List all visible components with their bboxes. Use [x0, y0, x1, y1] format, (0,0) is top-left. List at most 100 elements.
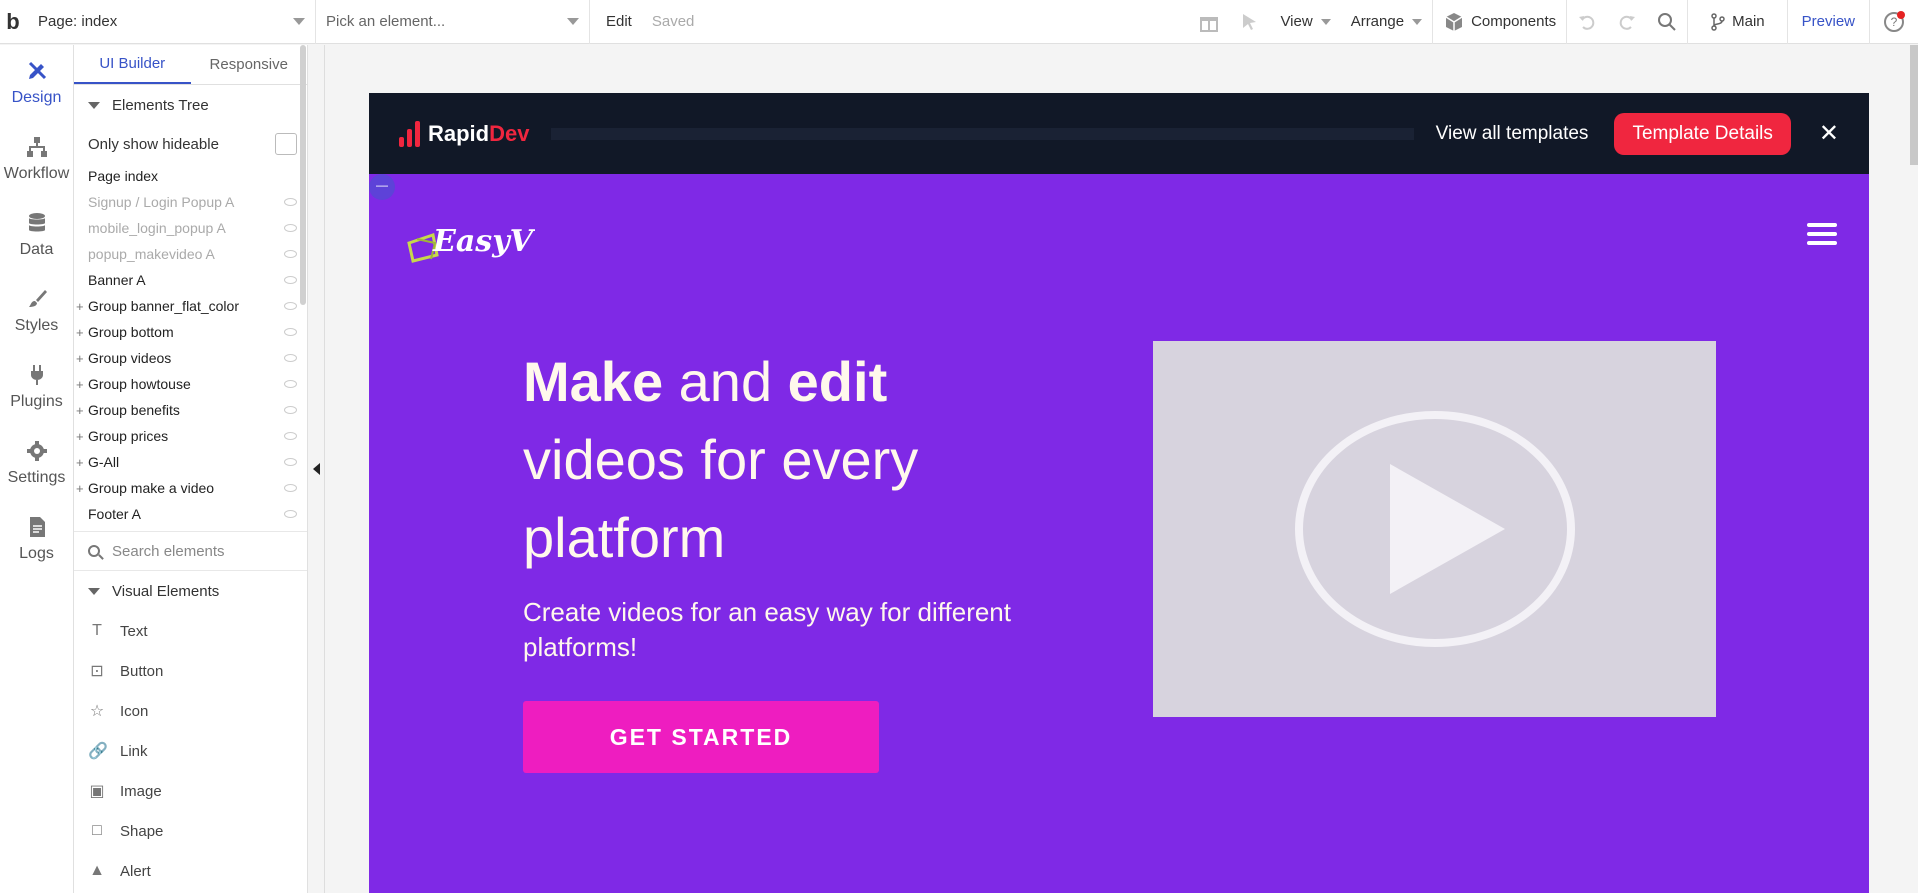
eye-icon[interactable]	[284, 198, 297, 206]
visual-element-link[interactable]: 🔗 Link	[74, 731, 307, 771]
expand-plus-icon[interactable]: +	[76, 429, 84, 444]
expand-plus-icon[interactable]: +	[76, 299, 84, 314]
tree-item-group-benefits[interactable]: + Group benefits	[74, 397, 307, 423]
nav-settings[interactable]: Settings	[0, 425, 73, 501]
nav-logs[interactable]: Logs	[0, 501, 73, 577]
components-button[interactable]: Components	[1433, 0, 1566, 44]
group-selection-handle[interactable]: —	[369, 174, 395, 200]
play-icon	[1294, 411, 1575, 647]
hamburger-menu-icon[interactable]	[1807, 223, 1837, 250]
panel-scrollbar[interactable]	[300, 45, 306, 305]
eye-icon[interactable]	[284, 302, 297, 310]
undo-button[interactable]	[1567, 0, 1607, 44]
eye-icon[interactable]	[284, 250, 297, 258]
nav-workflow[interactable]: Workflow	[0, 121, 73, 197]
search-elements-placeholder: Search elements	[112, 542, 225, 560]
view-all-templates-link[interactable]: View all templates	[1436, 123, 1589, 145]
tab-ui-builder[interactable]: UI Builder	[74, 45, 191, 84]
tree-item-mobile-login-popup[interactable]: mobile_login_popup A	[74, 215, 307, 241]
eye-icon[interactable]	[284, 328, 297, 336]
collapse-panel-arrow-icon[interactable]	[313, 463, 320, 475]
tree-item-label: Page index	[88, 168, 159, 184]
elements-tree-label: Elements Tree	[112, 96, 209, 114]
redo-button[interactable]	[1607, 0, 1647, 44]
search-icon	[88, 545, 100, 557]
template-details-button[interactable]: Template Details	[1614, 112, 1791, 155]
eye-icon[interactable]	[284, 484, 297, 492]
expand-plus-icon[interactable]: +	[76, 403, 84, 418]
tree-item-group-banner-flat-color[interactable]: + Group banner_flat_color	[74, 293, 307, 319]
top-toolbar: b Page: index Pick an element... Edit Sa…	[0, 0, 1918, 44]
eye-icon[interactable]	[284, 406, 297, 414]
tree-item-label: Group banner_flat_color	[88, 298, 239, 314]
tree-item-group-videos[interactable]: + Group videos	[74, 345, 307, 371]
nav-plugins[interactable]: Plugins	[0, 349, 73, 425]
visual-element-button[interactable]: ⊡ Button	[74, 651, 307, 691]
video-placeholder[interactable]	[1153, 341, 1716, 717]
view-menu[interactable]: View	[1270, 0, 1340, 44]
rapiddev-brand-a: Rapid	[428, 120, 490, 146]
tree-item-label: mobile_login_popup A	[88, 220, 226, 236]
tree-item-group-howtouse[interactable]: + Group howtouse	[74, 371, 307, 397]
nav-data[interactable]: Data	[0, 197, 73, 273]
page-selector[interactable]: Page: index	[26, 0, 316, 44]
tree-item-group-make-a-video[interactable]: + Group make a video	[74, 475, 307, 501]
expand-plus-icon[interactable]: +	[76, 481, 84, 496]
tree-item-popup-makevideo[interactable]: popup_makevideo A	[74, 241, 307, 267]
branch-selector[interactable]: Main	[1688, 0, 1787, 44]
bubble-logo[interactable]: b	[0, 0, 26, 44]
eye-icon[interactable]	[284, 224, 297, 232]
expand-plus-icon[interactable]: +	[76, 455, 84, 470]
nav-design[interactable]: Design	[0, 45, 73, 121]
tree-item-g-all[interactable]: + G-All	[74, 449, 307, 475]
tree-item-banner[interactable]: Banner A	[74, 267, 307, 293]
eye-icon[interactable]	[284, 432, 297, 440]
nav-styles-label: Styles	[14, 317, 59, 334]
visual-element-alert[interactable]: ▲ Alert	[74, 851, 307, 891]
visual-element-shape[interactable]: □ Shape	[74, 811, 307, 851]
search-button[interactable]	[1647, 0, 1687, 44]
visual-element-icon[interactable]: ☆ Icon	[74, 691, 307, 731]
database-icon	[25, 211, 49, 235]
expand-plus-icon[interactable]: +	[76, 325, 84, 340]
tree-item-page-index[interactable]: Page index	[74, 163, 307, 189]
tree-item-label: Signup / Login Popup A	[88, 194, 235, 210]
visual-elements-header[interactable]: Visual Elements	[74, 571, 307, 611]
nav-styles[interactable]: Styles	[0, 273, 73, 349]
tree-item-footer[interactable]: Footer A	[74, 501, 307, 527]
elements-tree-header[interactable]: Elements Tree	[74, 85, 307, 125]
preview-button[interactable]: Preview	[1788, 0, 1869, 44]
cursor-button[interactable]	[1230, 0, 1270, 44]
eye-icon[interactable]	[284, 458, 297, 466]
page-scrollbar[interactable]	[1910, 45, 1918, 165]
element-picker[interactable]: Pick an element...	[316, 0, 590, 44]
tree-item-label: Group benefits	[88, 402, 180, 418]
help-button[interactable]: ?	[1870, 0, 1918, 44]
visual-elements-label: Visual Elements	[112, 582, 220, 600]
edit-button[interactable]: Edit	[606, 13, 632, 30]
eye-icon[interactable]	[284, 276, 297, 284]
eye-icon[interactable]	[284, 380, 297, 388]
page-canvas[interactable]: RapidDev View all templates Template Det…	[369, 93, 1869, 893]
tree-item-signup-popup[interactable]: Signup / Login Popup A	[74, 189, 307, 215]
tab-responsive[interactable]: Responsive	[191, 45, 308, 84]
tree-item-label: Banner A	[88, 272, 146, 288]
only-hideable-row: Only show hideable	[74, 125, 307, 163]
close-icon[interactable]: ✕	[1819, 119, 1839, 148]
tree-item-group-bottom[interactable]: + Group bottom	[74, 319, 307, 345]
branch-label: Main	[1732, 13, 1765, 30]
gift-button[interactable]	[1188, 0, 1230, 44]
eye-icon[interactable]	[284, 354, 297, 362]
visual-element-image[interactable]: ▣ Image	[74, 771, 307, 811]
visual-element-text[interactable]: T Text	[74, 611, 307, 651]
expand-plus-icon[interactable]: +	[76, 351, 84, 366]
arrange-menu[interactable]: Arrange	[1341, 0, 1432, 44]
easyv-logo[interactable]: EasyV	[405, 215, 535, 265]
search-elements-input[interactable]: Search elements	[74, 531, 307, 571]
tree-item-group-prices[interactable]: + Group prices	[74, 423, 307, 449]
shape-icon: □	[92, 822, 102, 839]
eye-icon[interactable]	[284, 510, 297, 518]
expand-plus-icon[interactable]: +	[76, 377, 84, 392]
only-hideable-checkbox[interactable]	[275, 133, 297, 155]
get-started-button[interactable]: GET STARTED	[523, 701, 879, 773]
